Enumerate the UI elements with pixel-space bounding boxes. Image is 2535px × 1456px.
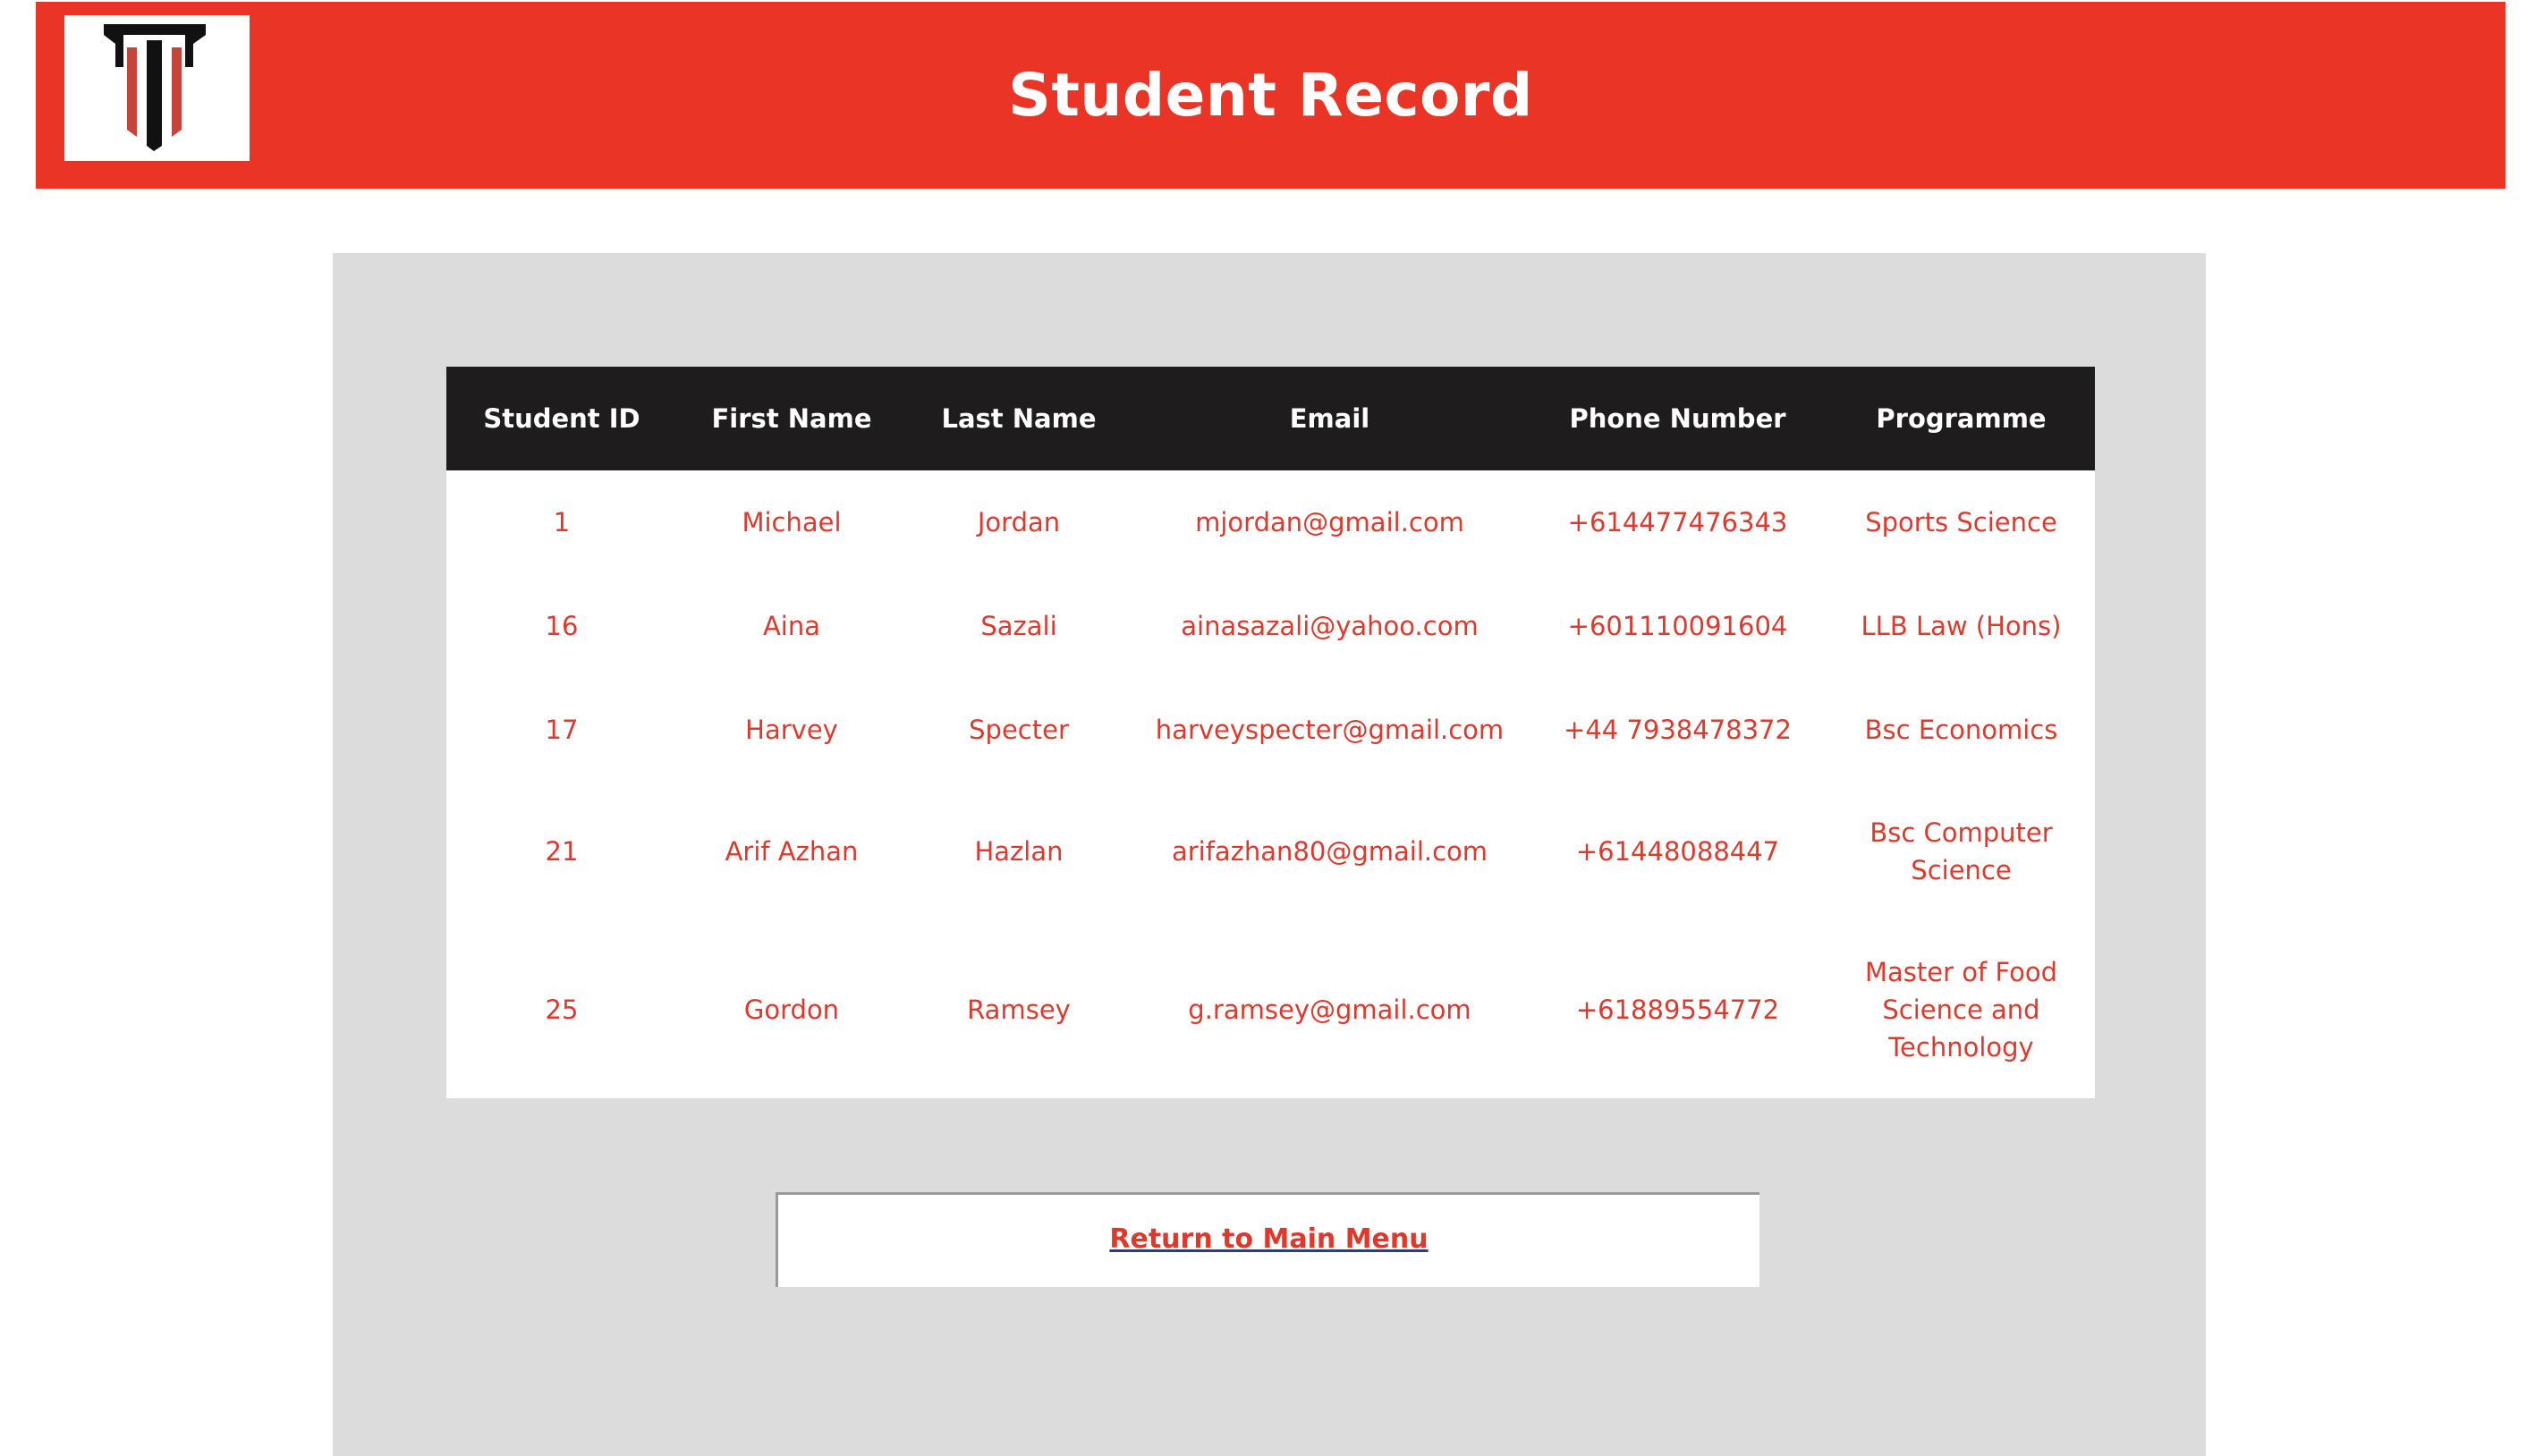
phone-number-cell: +61448088447: [1575, 836, 1780, 867]
column-header-programme: Programme: [1827, 367, 2095, 470]
email-cell: arifazhan80@gmail.com: [1171, 836, 1488, 867]
programme-cell: Bsc Economics: [1864, 715, 2058, 745]
return-button[interactable]: Return to Main Menu: [776, 1192, 1759, 1287]
last-name-cell: Jordan: [977, 507, 1061, 538]
phone-number-cell: +601110091604: [1567, 611, 1788, 641]
email-cell: harveyspecter@gmail.com: [1155, 715, 1505, 745]
first-name-cell: Arif Azhan: [725, 836, 859, 867]
header-bar: Student Record: [36, 2, 2505, 189]
email-cell: mjordan@gmail.com: [1195, 507, 1464, 538]
student-id-cell: 16: [545, 611, 579, 641]
column-header-last-name: Last Name: [906, 367, 1132, 470]
email-cell: g.ramsey@gmail.com: [1188, 995, 1471, 1025]
last-name-cell: Hazlan: [974, 836, 1064, 867]
page-title: Student Record: [1008, 61, 1533, 130]
email-cell: ainasazali@yahoo.com: [1181, 611, 1479, 641]
programme-cell: Master of Food Science and Technology: [1865, 957, 2057, 1062]
column-header-email: Email: [1132, 367, 1528, 470]
column-header-first-name: First Name: [677, 367, 906, 470]
column-header-student-id: Student ID: [446, 367, 677, 470]
table-row: 16 Aina Sazali ainasazali@yahoo.com +601…: [446, 574, 2095, 678]
programme-cell: LLB Law (Hons): [1861, 611, 2062, 641]
column-header-phone-number: Phone Number: [1528, 367, 1827, 470]
programme-cell: Sports Science: [1865, 507, 2057, 538]
student-id-cell: 1: [553, 507, 571, 538]
first-name-cell: Michael: [742, 507, 842, 538]
return-to-main-menu-link[interactable]: Return to Main Menu: [1109, 1223, 1428, 1255]
programme-cell: Bsc Computer Science: [1869, 817, 2053, 885]
phone-number-cell: +614477476343: [1567, 507, 1788, 538]
student-id-cell: 25: [545, 995, 579, 1025]
last-name-cell: Sazali: [980, 611, 1057, 641]
student-table: Student ID First Name Last Name Email Ph…: [446, 367, 2095, 1098]
table-row: 21 Arif Azhan Hazlan arifazhan80@gmail.c…: [446, 782, 2095, 921]
table-header-row: Student ID First Name Last Name Email Ph…: [446, 367, 2095, 470]
first-name-cell: Gordon: [743, 995, 840, 1025]
student-id-cell: 21: [545, 836, 579, 867]
table-row: 1 Michael Jordan mjordan@gmail.com +6144…: [446, 470, 2095, 574]
first-name-cell: Harvey: [745, 715, 838, 745]
content-panel: Student ID First Name Last Name Email Ph…: [333, 253, 2206, 1456]
last-name-cell: Specter: [969, 715, 1069, 745]
phone-number-cell: +61889554772: [1575, 995, 1780, 1025]
last-name-cell: Ramsey: [967, 995, 1071, 1025]
table-row: 25 Gordon Ramsey g.ramsey@gmail.com +618…: [446, 921, 2095, 1098]
table-row: 17 Harvey Specter harveyspecter@gmail.co…: [446, 678, 2095, 782]
first-name-cell: Aina: [762, 611, 821, 641]
phone-number-cell: +44 7938478372: [1564, 715, 1792, 745]
student-id-cell: 17: [545, 715, 579, 745]
